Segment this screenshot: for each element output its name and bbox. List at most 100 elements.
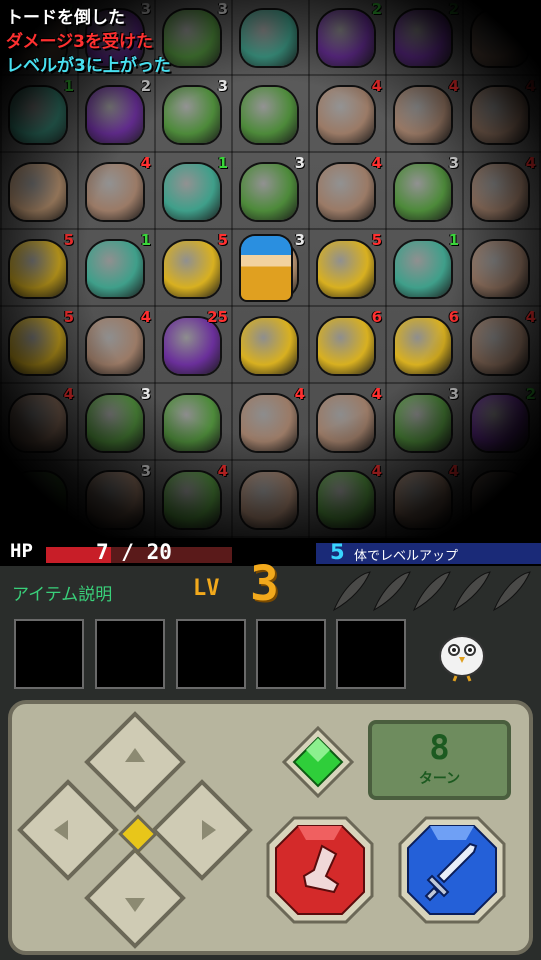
hp-value: 7 / 20: [96, 540, 172, 564]
monster-level: 4: [217, 462, 228, 480]
item-slot-4[interactable]: [256, 619, 326, 689]
monster-level: 4: [525, 154, 536, 172]
level-label: LV: [193, 576, 220, 601]
board-cell: 5: [0, 231, 77, 308]
dpad-center-wait-button[interactable]: [118, 814, 158, 854]
item-slot-3[interactable]: [176, 619, 246, 689]
dungeon-board: 2 3 3 2 2 1 2 3 4 4 4 4 1 3 4 3 4 5 1 5 3 5 1 5 4 25 6 6 4 4 3 4 4 3 2 3 4 4 4…: [0, 0, 541, 538]
board-cell: [0, 154, 77, 231]
monster-sprite: [395, 318, 451, 374]
board-cell: 4: [385, 462, 462, 538]
monster-level: 4: [140, 308, 151, 326]
board-cell: [231, 308, 308, 385]
monster-sprite: [318, 164, 374, 220]
monster-sprite: [318, 10, 374, 66]
monster-sprite: [10, 164, 66, 220]
monster-sprite: [164, 472, 220, 528]
monster-sprite: [241, 87, 297, 143]
monster-level: 2: [448, 0, 459, 18]
board-cell: 5: [308, 231, 385, 308]
monster-sprite: [241, 472, 297, 528]
item-description-button[interactable]: アイテム説明: [12, 580, 112, 605]
board-cell: 4: [385, 77, 462, 154]
log-line-kill: トードを倒した: [6, 8, 125, 28]
board-cell: 4: [0, 385, 77, 462]
monster-sprite: [472, 472, 528, 528]
monster-sprite: [164, 87, 220, 143]
board-cell: 6: [385, 308, 462, 385]
board-cell: 4: [462, 308, 539, 385]
monster-level: 5: [63, 308, 74, 326]
monster-level: 3: [140, 462, 151, 480]
monster-sprite: [395, 10, 451, 66]
item-slot-1[interactable]: [14, 619, 84, 689]
levelup-text: 体でレベルアップ: [354, 549, 459, 564]
board-cell: 5: [154, 231, 231, 308]
monster-level: 2: [140, 77, 151, 95]
monster-level: 4: [371, 462, 382, 480]
monster-level: 3: [525, 462, 536, 480]
monster-level: 4: [140, 154, 151, 172]
feather-gauge: [330, 568, 535, 614]
dpad-down-button[interactable]: [84, 847, 186, 949]
monster-sprite: [472, 318, 528, 374]
monster-sprite: [87, 241, 143, 297]
gem-button[interactable]: [281, 725, 355, 799]
board-cell: 1: [77, 231, 154, 308]
board-cell: 2: [385, 0, 462, 77]
monster-level: 5: [371, 231, 382, 249]
monster-level: 1: [140, 231, 151, 249]
dpad-right-button[interactable]: [151, 779, 253, 881]
monster-level: 6: [448, 308, 459, 326]
monster-level: 4: [371, 154, 382, 172]
monster-sprite: [318, 241, 374, 297]
monster-sprite: [241, 318, 297, 374]
board-cell: 3: [77, 462, 154, 538]
message-log: トードを倒した ダメージ3を受けた レベルが3に上がった: [6, 6, 171, 78]
log-line-damage: ダメージ3を受けた: [6, 32, 153, 52]
monster-sprite: [395, 87, 451, 143]
monster-sprite: [87, 395, 143, 451]
item-slot-2[interactable]: [95, 619, 165, 689]
dpad-up-button[interactable]: [84, 711, 186, 813]
monster-level: 3: [448, 385, 459, 403]
board-cell: 4: [462, 154, 539, 231]
monster-level: 3: [140, 385, 151, 403]
levelup-panel: 5 体でレベルアップ: [316, 540, 541, 564]
board-cell: 2: [462, 385, 539, 462]
monster-sprite: [318, 395, 374, 451]
board-cell: [462, 0, 539, 77]
owl-companion[interactable]: [432, 626, 492, 682]
dpad-left-button[interactable]: [17, 779, 119, 881]
board-cell: 3: [385, 154, 462, 231]
level-value: 3: [250, 556, 279, 612]
board-cell: 4: [77, 308, 154, 385]
green-gem-icon: [281, 725, 355, 799]
item-slot-5[interactable]: [336, 619, 406, 689]
monster-sprite: [472, 87, 528, 143]
board-cell: 4: [308, 462, 385, 538]
monster-sprite: [318, 472, 374, 528]
hero-sprite: [241, 236, 291, 300]
turn-count: 8: [429, 728, 450, 768]
monster-sprite: [472, 164, 528, 220]
board-cell: [154, 385, 231, 462]
monster-level: 2: [371, 0, 382, 18]
monster-level: 3: [217, 77, 228, 95]
red-gem-button: [266, 816, 374, 924]
attack-button[interactable]: [396, 814, 508, 926]
monster-level: 1: [448, 231, 459, 249]
owl-icon: [439, 635, 485, 682]
board-cell: 4: [308, 77, 385, 154]
board-cell: 3: [154, 77, 231, 154]
hp-label: HP: [10, 540, 33, 562]
blue-gem-button: [398, 816, 506, 924]
monster-level: 6: [371, 308, 382, 326]
monster-sprite: [10, 472, 66, 528]
board-cell: 3: [77, 385, 154, 462]
monster-sprite: [241, 164, 297, 220]
monster-sprite: [164, 318, 220, 374]
item-use-button[interactable]: [264, 814, 376, 926]
feather-icons: [332, 571, 531, 612]
board-cell: 4: [154, 462, 231, 538]
